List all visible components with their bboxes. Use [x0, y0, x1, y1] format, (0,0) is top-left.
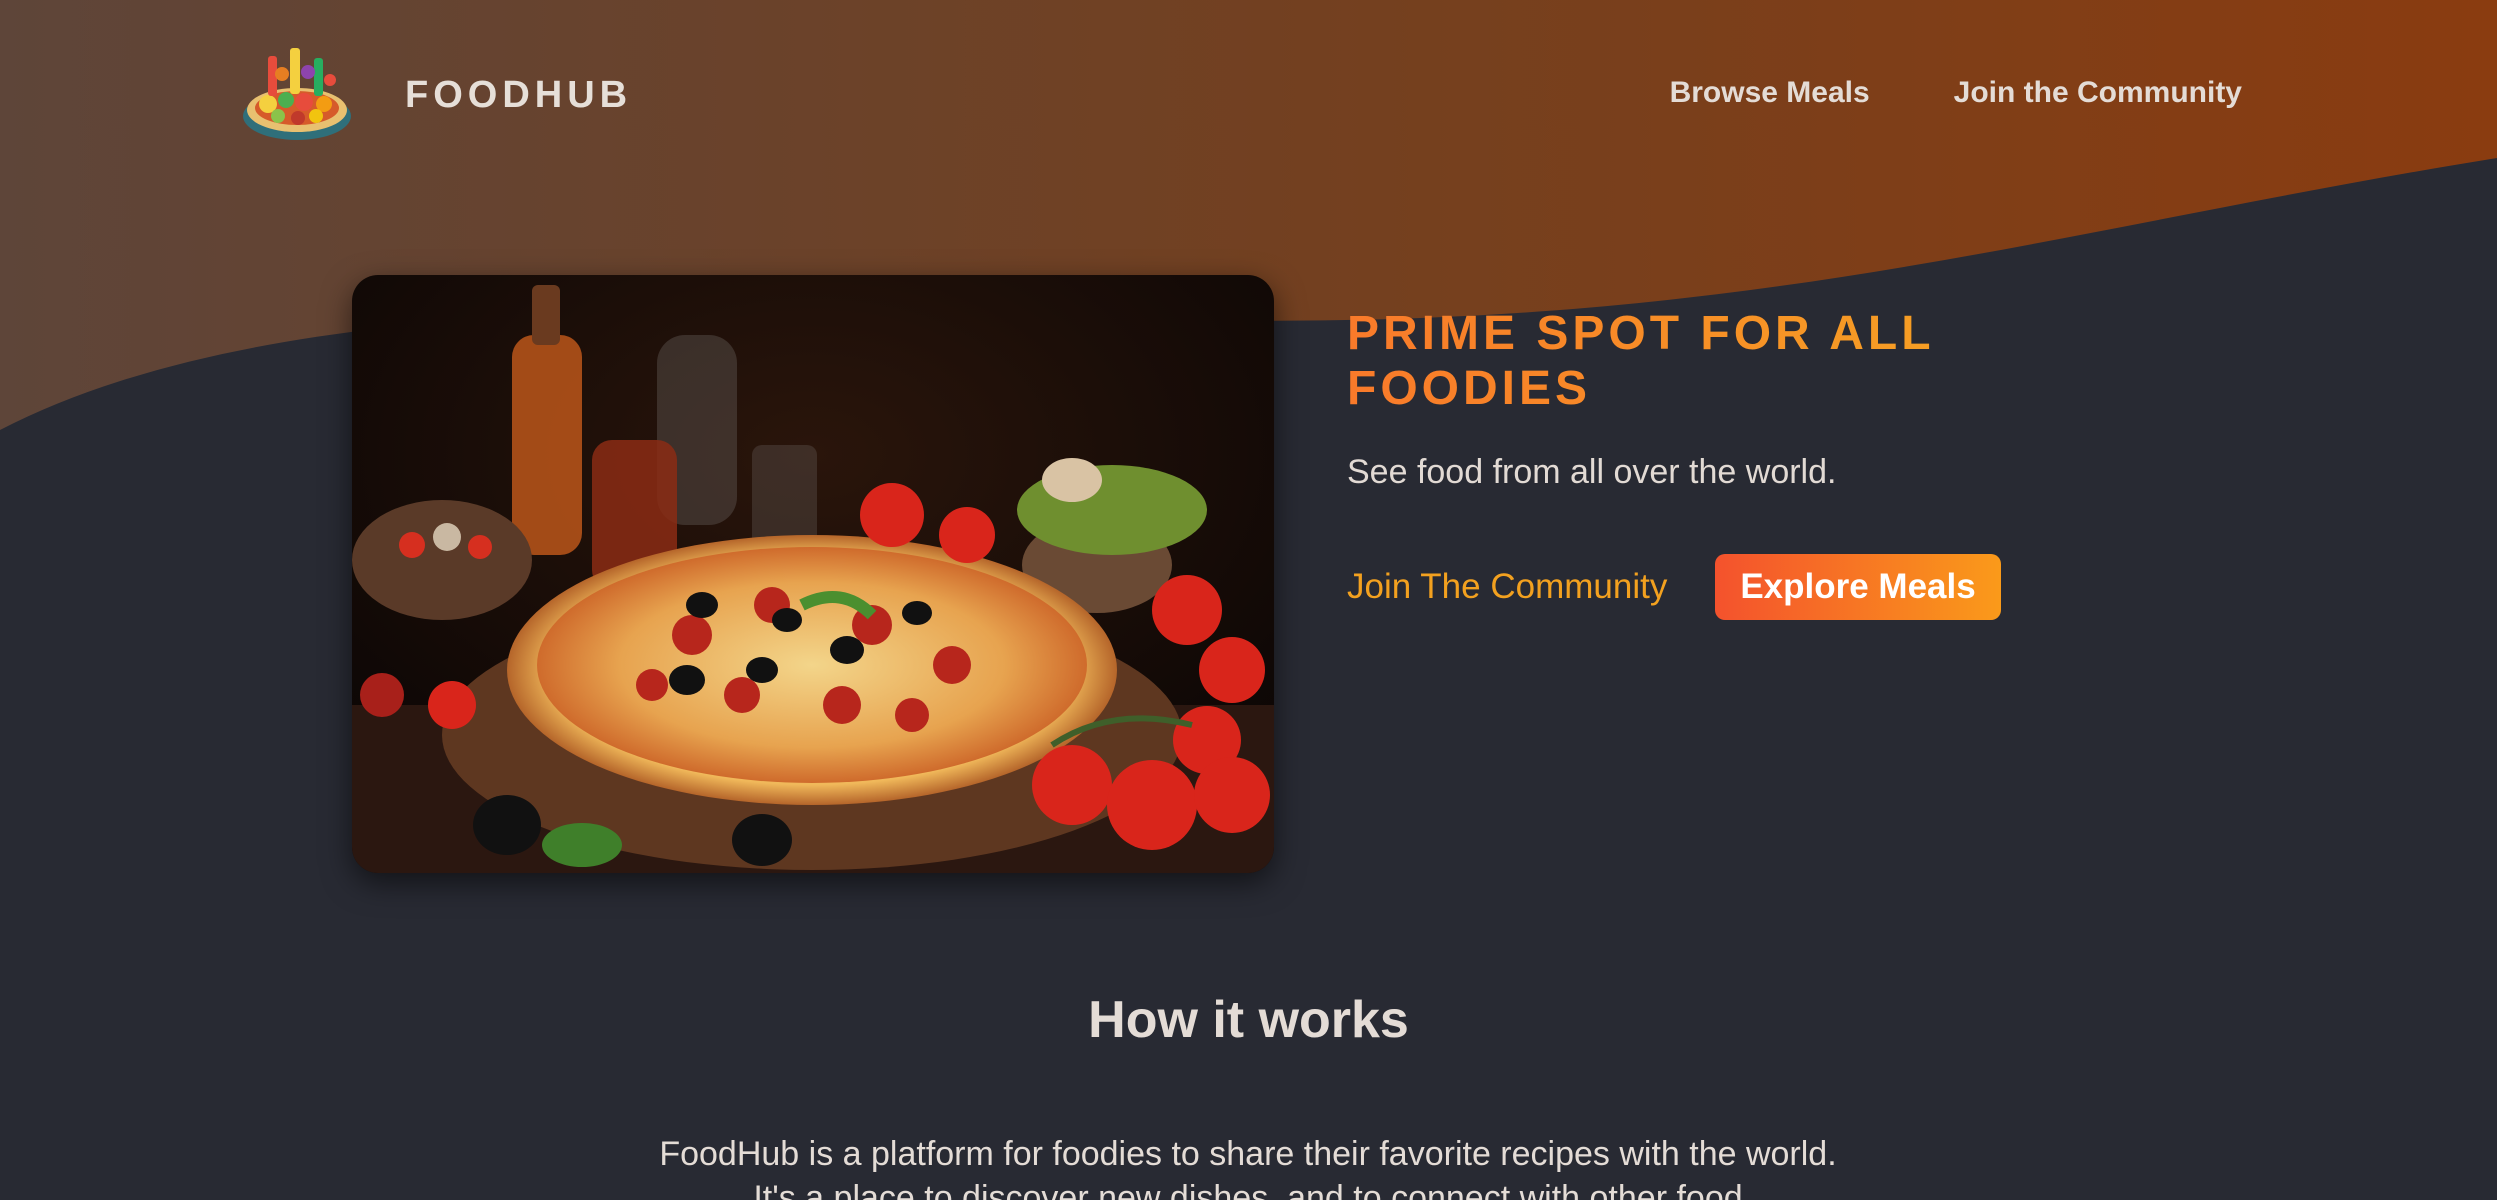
hero-cta-row: Join The Community Explore Meals	[1347, 554, 2001, 620]
nav-browse-meals[interactable]: Browse Meals	[1670, 76, 1870, 110]
nav-join-community[interactable]: Join the Community	[1954, 76, 2242, 110]
explore-meals-button[interactable]: Explore Meals	[1715, 554, 2001, 620]
main-nav: Browse Meals Join the Community	[1670, 76, 2242, 110]
page: FOODHUB Browse Meals Join the Community	[0, 0, 2497, 1200]
hero-title: PRIME SPOT FOR ALL FOODIES	[1347, 306, 2067, 416]
hero-pizza-image	[352, 275, 1274, 873]
top-navbar: FOODHUB Browse Meals Join the Community	[0, 0, 2497, 190]
how-it-works-title: How it works	[1088, 991, 1409, 1049]
hero-text-block: PRIME SPOT FOR ALL FOODIES See food from…	[1347, 306, 2067, 492]
brand-name[interactable]: FOODHUB	[405, 74, 632, 117]
food-platter-icon[interactable]	[238, 38, 356, 146]
join-community-link[interactable]: Join The Community	[1347, 567, 1667, 607]
how-it-works-text: FoodHub is a platform for foodies to sha…	[659, 1135, 1837, 1200]
hero-subtitle: See food from all over the world.	[1347, 453, 1837, 491]
